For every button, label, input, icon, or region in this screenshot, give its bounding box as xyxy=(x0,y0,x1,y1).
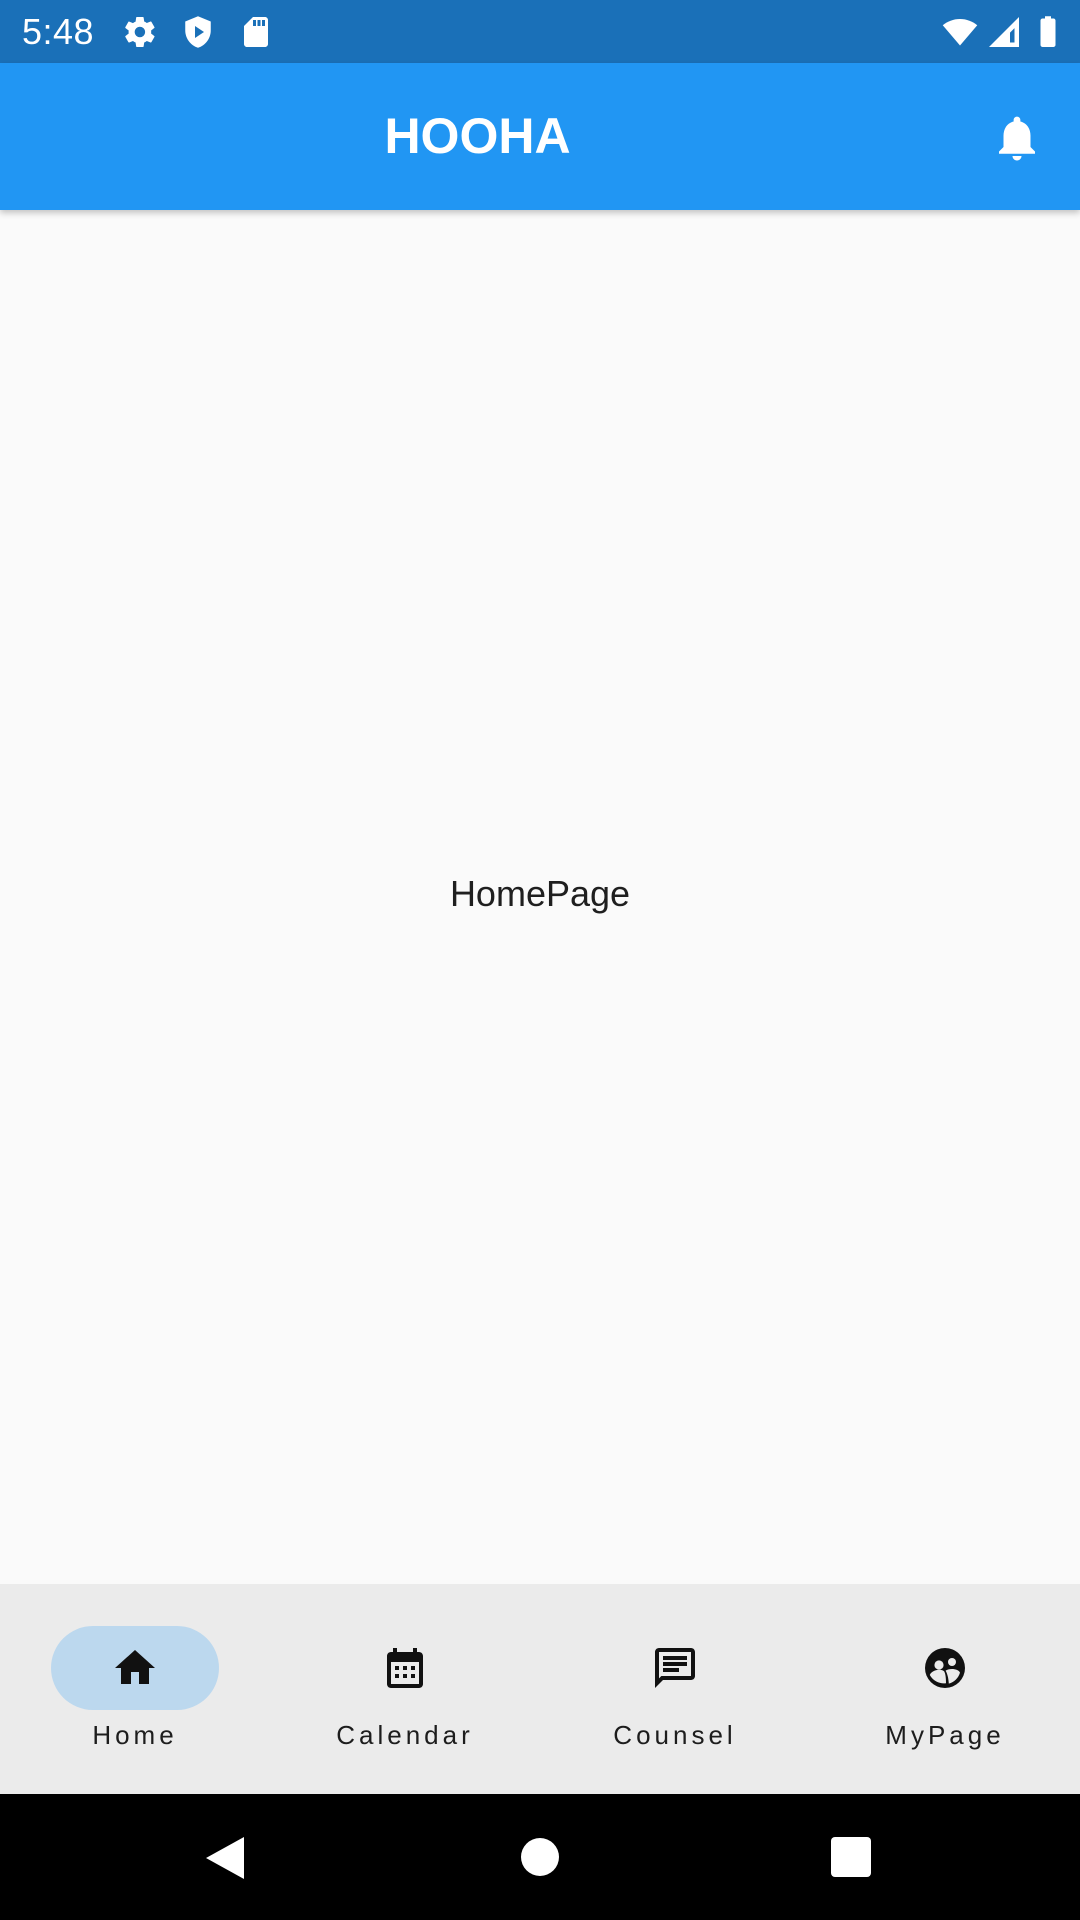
app-bar: HOOHA xyxy=(0,63,1080,210)
calendar-icon xyxy=(387,1648,423,1688)
home-circle-icon[interactable] xyxy=(480,1794,600,1920)
bell-icon[interactable] xyxy=(990,111,1044,165)
nav-item-counsel[interactable]: Counsel xyxy=(540,1584,810,1794)
gear-icon xyxy=(125,16,155,48)
bottom-navigation: Home Calendar Counsel MyPage xyxy=(0,1584,1080,1794)
system-navigation-bar xyxy=(0,1794,1080,1920)
nav-label-counsel: Counsel xyxy=(613,1720,737,1750)
main-content: HomePage xyxy=(0,210,1080,1584)
cell-signal-icon xyxy=(989,17,1019,47)
shield-play-icon xyxy=(185,16,211,48)
wifi-icon xyxy=(942,18,978,46)
nav-label-calendar: Calendar xyxy=(336,1720,474,1750)
battery-icon xyxy=(1040,16,1056,47)
nav-label-mypage: MyPage xyxy=(885,1720,1005,1750)
page-content-text: HomePage xyxy=(449,873,631,914)
chat-icon xyxy=(655,1648,695,1688)
home-icon xyxy=(115,1650,155,1684)
status-bar: 5:48 xyxy=(0,0,1080,63)
recents-icon[interactable] xyxy=(791,1794,911,1920)
nav-item-calendar[interactable]: Calendar xyxy=(270,1584,540,1794)
nav-label-home: Home xyxy=(92,1720,178,1750)
nav-item-home[interactable]: Home xyxy=(0,1584,270,1794)
app-title: HOOHA xyxy=(384,108,571,164)
status-time: 5:48 xyxy=(22,11,95,52)
sd-card-icon xyxy=(244,17,268,47)
back-icon[interactable] xyxy=(166,1794,286,1920)
nav-item-mypage[interactable]: MyPage xyxy=(810,1584,1080,1794)
people-icon xyxy=(925,1648,965,1688)
